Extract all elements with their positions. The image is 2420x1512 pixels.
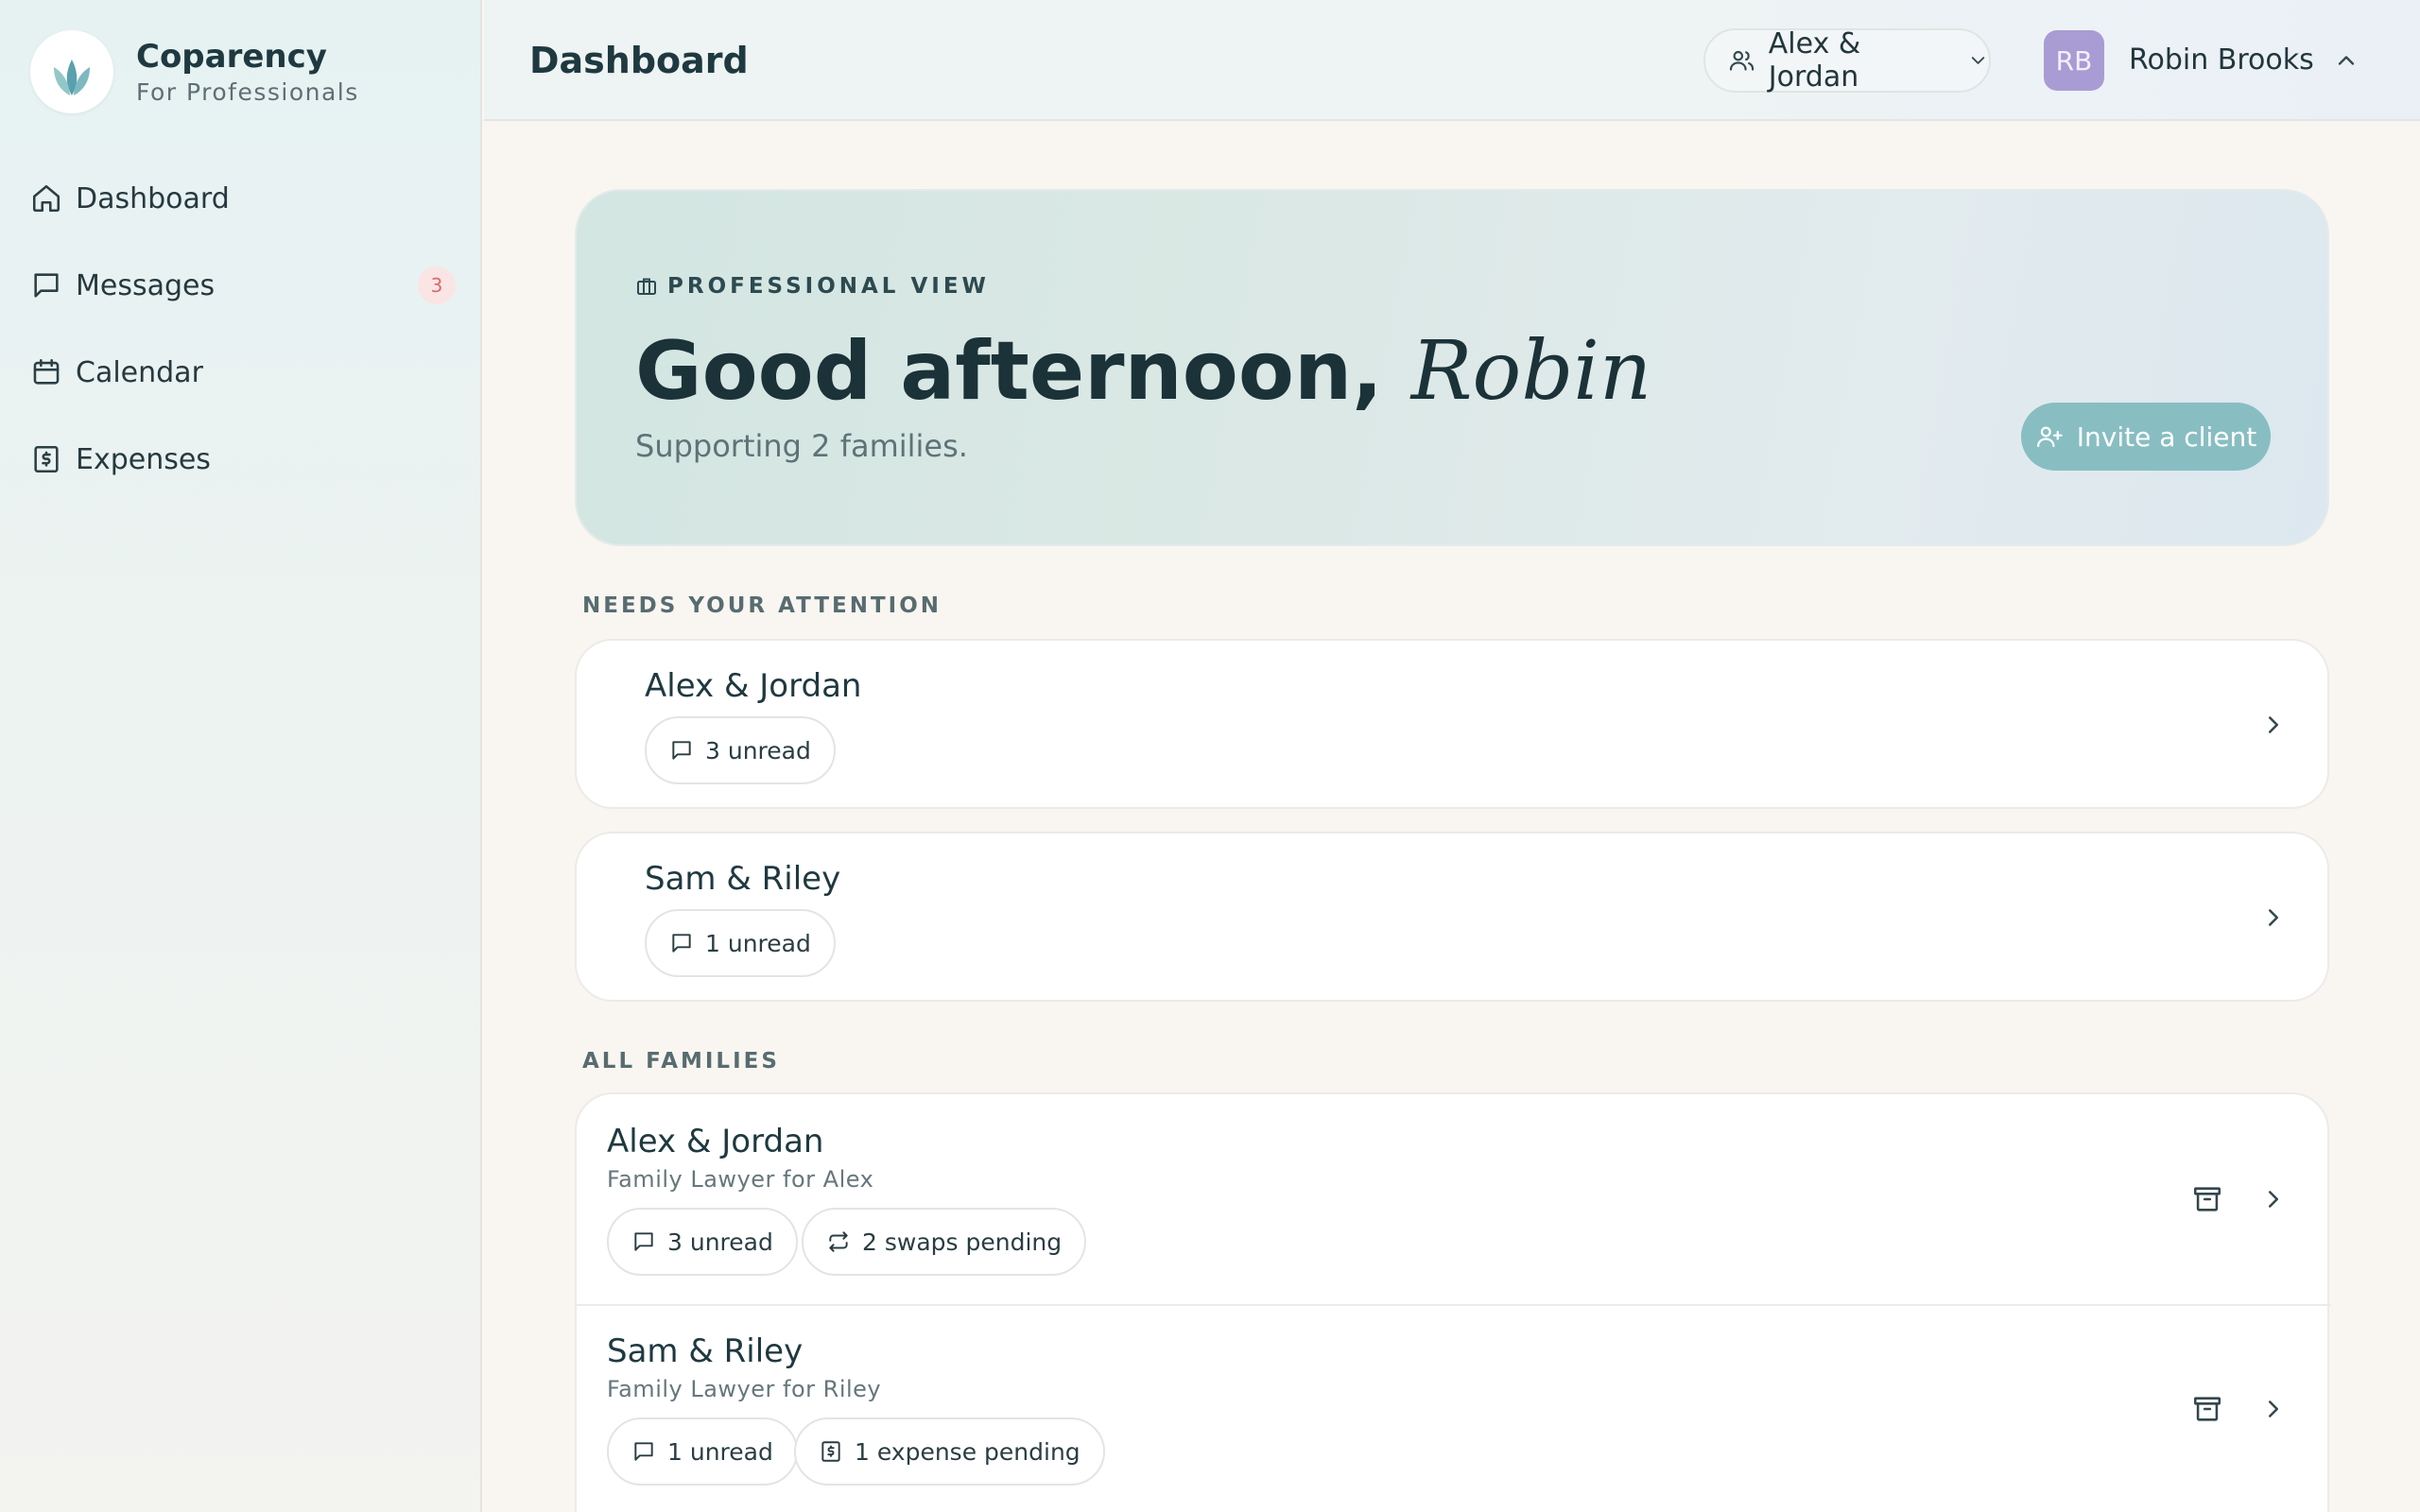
unread-badge: 3 xyxy=(418,266,456,304)
sidebar-item-label: Dashboard xyxy=(76,181,230,215)
hero-card: PROFESSIONAL VIEW Good afternoon, Robin … xyxy=(575,189,2329,546)
swap-icon xyxy=(829,1231,848,1252)
receipt-dollar-icon xyxy=(821,1441,840,1462)
attention-card[interactable]: Alex & Jordan 3 unread xyxy=(575,639,2329,809)
family-row[interactable]: Alex & Jordan Family Lawyer for Alex 3 u… xyxy=(577,1094,2331,1304)
sidebar-item-expenses[interactable]: Expenses xyxy=(30,416,456,503)
chevron-right-icon[interactable] xyxy=(2259,1185,2288,1213)
attention-card[interactable]: Sam & Riley 1 unread xyxy=(575,832,2329,1002)
greeting: Good afternoon, Robin xyxy=(635,319,1651,423)
family-selector-value: Alex & Jordan xyxy=(1768,27,1861,94)
unread-chip: 1 unread xyxy=(645,909,836,977)
message-icon xyxy=(672,934,691,953)
greeting-name: Robin xyxy=(1410,324,1652,419)
brand-subtitle: For Professionals xyxy=(136,78,359,106)
user-plus-icon xyxy=(2036,426,2063,448)
section-label-attention: NEEDS YOUR ATTENTION xyxy=(582,593,942,618)
greeting-text: Good afternoon, xyxy=(635,324,1383,419)
sidebar-item-calendar[interactable]: Calendar xyxy=(30,329,456,416)
attention-family-name: Sam & Riley xyxy=(645,860,841,898)
home-icon xyxy=(32,184,60,213)
invite-client-label: Invite a client xyxy=(2076,421,2257,453)
expense-chip: 1 expense pending xyxy=(794,1418,1105,1486)
expense-count: 1 expense pending xyxy=(855,1437,1080,1466)
message-icon xyxy=(672,741,691,760)
chevron-up-icon[interactable] xyxy=(2333,47,2360,74)
chevron-right-icon[interactable] xyxy=(2259,1395,2288,1423)
hero-subtitle: Supporting 2 families. xyxy=(635,428,968,464)
unread-chip: 3 unread xyxy=(607,1208,798,1276)
family-row[interactable]: Sam & Riley Family Lawyer for Riley 1 un… xyxy=(577,1304,2331,1512)
chevron-down-icon xyxy=(1971,57,1985,64)
chevron-right-icon xyxy=(2269,909,2278,926)
sidebar: Coparency For Professionals Dashboard Me… xyxy=(0,0,482,1512)
message-icon xyxy=(34,273,59,298)
user-name[interactable]: Robin Brooks xyxy=(2129,42,2314,79)
sidebar-item-dashboard[interactable]: Dashboard xyxy=(30,155,456,242)
family-name: Sam & Riley xyxy=(607,1332,804,1370)
family-selector[interactable]: Alex & Jordan xyxy=(1703,27,1991,94)
brand-name: Coparency xyxy=(136,38,327,76)
archive-icon[interactable] xyxy=(2191,1393,2223,1425)
chevron-right-icon xyxy=(2269,716,2278,733)
calendar-icon xyxy=(33,358,60,385)
message-icon xyxy=(634,1232,653,1251)
sidebar-item-messages[interactable]: Messages 3 xyxy=(30,242,456,329)
archive-icon[interactable] xyxy=(2191,1183,2223,1215)
unread-count: 1 unread xyxy=(705,929,811,957)
users-icon xyxy=(1729,50,1754,71)
hero-eyebrow: PROFESSIONAL VIEW xyxy=(635,274,990,299)
briefcase-icon xyxy=(637,278,656,295)
swaps-count: 2 swaps pending xyxy=(862,1228,1063,1256)
swaps-chip: 2 swaps pending xyxy=(802,1208,1087,1276)
family-role: Family Lawyer for Alex xyxy=(607,1166,874,1193)
sidebar-nav: Dashboard Messages 3 Calendar Expenses xyxy=(30,155,456,503)
sidebar-item-label: Expenses xyxy=(76,442,211,476)
invite-client-button[interactable]: Invite a client xyxy=(2021,403,2271,471)
family-role: Family Lawyer for Riley xyxy=(607,1376,882,1402)
sidebar-item-label: Calendar xyxy=(76,355,203,389)
brand[interactable]: Coparency For Professionals xyxy=(30,30,359,113)
leaf-logo-icon xyxy=(30,30,113,113)
unread-count: 3 unread xyxy=(667,1228,773,1256)
unread-count: 1 unread xyxy=(667,1437,773,1466)
section-label-families: ALL FAMILIES xyxy=(582,1049,780,1074)
hero-eyebrow-label: PROFESSIONAL VIEW xyxy=(667,274,990,299)
unread-chip: 3 unread xyxy=(645,716,836,784)
families-card: Alex & Jordan Family Lawyer for Alex 3 u… xyxy=(575,1092,2331,1512)
sidebar-item-label: Messages xyxy=(76,268,216,302)
receipt-dollar-icon xyxy=(34,445,59,473)
message-icon xyxy=(634,1442,653,1461)
family-name: Alex & Jordan xyxy=(607,1123,824,1160)
avatar[interactable]: RB xyxy=(2044,30,2104,91)
unread-chip: 1 unread xyxy=(607,1418,798,1486)
attention-family-name: Alex & Jordan xyxy=(645,667,862,705)
unread-count: 3 unread xyxy=(705,736,811,765)
top-bar: Dashboard Alex & Jordan RB Robin Brooks xyxy=(484,0,2420,121)
page-title: Dashboard xyxy=(529,40,749,81)
